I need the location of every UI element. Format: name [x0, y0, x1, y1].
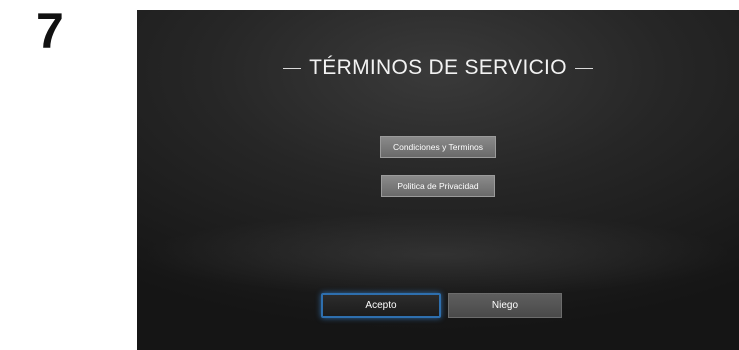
privacy-policy-button[interactable]: Politica de Privacidad — [381, 175, 495, 197]
instruction-page: 7 TÉRMINOS DE SERVICIO Condiciones y Ter… — [0, 0, 739, 350]
step-number: 7 — [36, 3, 64, 59]
title-right-dash — [574, 67, 593, 69]
title-row: TÉRMINOS DE SERVICIO — [137, 56, 739, 80]
title-left-dash — [283, 67, 302, 69]
page-title: TÉRMINOS DE SERVICIO — [309, 56, 567, 79]
conditions-terms-button[interactable]: Condiciones y Terminos — [380, 136, 496, 158]
tv-screen: TÉRMINOS DE SERVICIO Condiciones y Termi… — [137, 10, 739, 350]
accept-button[interactable]: Acepto — [321, 293, 441, 318]
deny-button[interactable]: Niego — [448, 293, 562, 318]
